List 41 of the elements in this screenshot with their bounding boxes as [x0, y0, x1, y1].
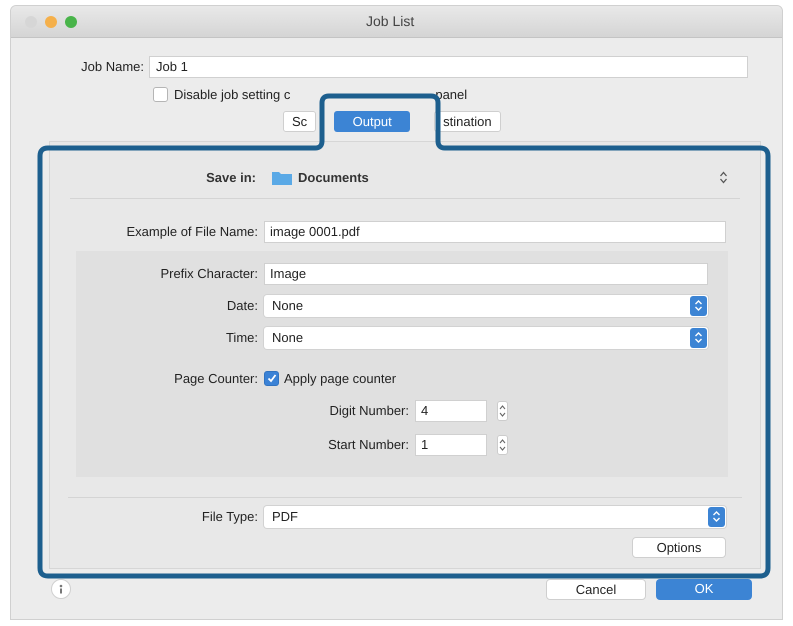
location-value: Documents: [298, 168, 369, 187]
cancel-button[interactable]: Cancel: [546, 578, 646, 600]
number-field[interactable]: 4: [415, 400, 487, 422]
text-field[interactable]: Image: [264, 262, 708, 284]
popup-arrows-icon: [690, 328, 707, 348]
stepper-arrows-icon: [499, 438, 506, 452]
checkbox-label: Apply page counter: [284, 370, 396, 388]
stepper[interactable]: [497, 435, 508, 455]
field-label: Date:: [226, 296, 258, 315]
popup-arrows-icon: [690, 296, 707, 316]
popup-arrows-icon: [708, 506, 725, 526]
job-name-field[interactable]: Job 1: [149, 56, 748, 78]
stepper-arrows-icon: [499, 404, 506, 418]
dropdown[interactable]: None: [264, 326, 708, 348]
field-label: Prefix Character:: [159, 264, 258, 283]
field-label: Job Name:: [80, 58, 145, 76]
file-name-field[interactable]: image 0001.pdf: [264, 220, 726, 242]
field-label: Time:: [224, 328, 258, 347]
tab[interactable]: stination: [434, 111, 501, 132]
field-label: File Type:: [200, 508, 258, 526]
number-field[interactable]: 1: [415, 434, 487, 456]
tab[interactable]: Output: [334, 111, 410, 132]
checkbox[interactable]: [153, 87, 168, 102]
window-title: Job List: [366, 12, 414, 31]
stepper[interactable]: [497, 401, 508, 421]
dropdown[interactable]: PDF: [264, 506, 726, 528]
checkbox-label: Disable job setting c: [174, 86, 290, 104]
field-label: Digit Number:: [328, 402, 409, 420]
field-label: Page Counter:: [173, 370, 258, 388]
dropdown[interactable]: None: [264, 294, 708, 316]
field-label: Start Number:: [327, 436, 409, 454]
ok-button[interactable]: OK: [656, 578, 752, 600]
checkmark-icon: [266, 373, 276, 384]
help-button[interactable]: [51, 579, 71, 599]
field-label: Save in:: [205, 168, 256, 187]
options-button[interactable]: Options: [632, 536, 726, 558]
tab[interactable]: Sc: [283, 111, 316, 132]
field-label: Example of File Name:: [126, 222, 258, 241]
checkbox[interactable]: [264, 370, 279, 386]
folder-icon: [272, 170, 292, 185]
popup-arrows-icon[interactable]: [719, 170, 728, 185]
